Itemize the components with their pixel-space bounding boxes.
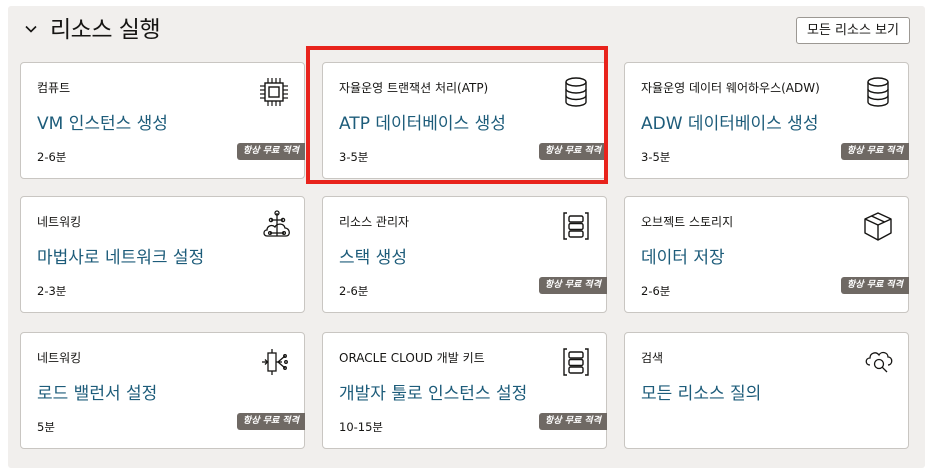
card-duration: 3-5분 xyxy=(339,150,369,164)
always-free-badge: 항상 무료 적격 xyxy=(237,413,305,430)
chevron-down-icon[interactable] xyxy=(24,22,38,36)
card-dev-tools[interactable]: ORACLE CLOUD 개발 키트 개발자 툴로 인스턴스 설정 10-15분… xyxy=(322,332,607,449)
stack-icon xyxy=(563,212,589,240)
card-action-link[interactable]: 모든 리소스 질의 xyxy=(641,379,761,404)
card-action-link[interactable]: 마법사로 네트워크 설정 xyxy=(37,243,204,268)
always-free-badge: 항상 무료 적격 xyxy=(539,143,607,160)
card-action-link[interactable]: VM 인스턴스 생성 xyxy=(37,109,168,134)
card-create-atp[interactable]: 자율운영 트랜잭션 처리(ATP) ATP 데이터베이스 생성 3-5분 항상 … xyxy=(322,62,607,179)
card-category: ORACLE CLOUD 개발 키트 xyxy=(339,351,485,365)
card-category: 컴퓨트 xyxy=(37,81,71,95)
card-duration: 5분 xyxy=(37,420,55,434)
card-category: 자율운영 트랜잭션 처리(ATP) xyxy=(339,81,489,95)
card-duration: 10-15분 xyxy=(339,420,383,434)
card-action-link[interactable]: 스택 생성 xyxy=(339,243,407,268)
view-all-resources-button[interactable]: 모든 리소스 보기 xyxy=(796,17,910,44)
card-load-balancer[interactable]: 네트워킹 로드 밸런서 설정 5분 항상 무료 적격 xyxy=(20,332,305,449)
card-category: 네트워킹 xyxy=(37,351,82,365)
card-create-stack[interactable]: 리소스 관리자 스택 생성 2-6분 항상 무료 적격 xyxy=(322,196,607,313)
card-category: 검색 xyxy=(641,351,664,365)
card-category: 리소스 관리자 xyxy=(339,215,410,229)
cloud-search-icon xyxy=(865,351,893,373)
load-balancer-icon xyxy=(262,349,288,375)
box-icon xyxy=(864,212,892,241)
card-action-link[interactable]: 로드 밸런서 설정 xyxy=(37,379,157,404)
card-action-link[interactable]: 데이터 저장 xyxy=(641,243,725,268)
database-icon xyxy=(867,77,889,107)
card-duration: 3-5분 xyxy=(641,150,671,164)
card-store-data[interactable]: 오브젝트 스토리지 데이터 저장 2-6분 항상 무료 적격 xyxy=(624,196,909,313)
card-action-link[interactable]: ATP 데이터베이스 생성 xyxy=(339,109,506,134)
card-network-wizard[interactable]: 네트워킹 마법사로 네트워크 설정 2-3분 xyxy=(20,196,305,313)
card-duration: 2-3분 xyxy=(37,284,67,298)
always-free-badge: 항상 무료 적격 xyxy=(841,143,909,160)
chip-icon xyxy=(260,78,288,106)
card-duration: 2-6분 xyxy=(37,150,67,164)
always-free-badge: 항상 무료 적격 xyxy=(237,143,305,160)
always-free-badge: 항상 무료 적격 xyxy=(539,277,607,294)
database-icon xyxy=(565,77,587,107)
card-query-resources[interactable]: 검색 모든 리소스 질의 xyxy=(624,332,909,449)
stack-icon xyxy=(563,348,589,376)
card-create-vm[interactable]: 컴퓨트 VM 인스턴스 생성 2-6분 항상 무료 적격 xyxy=(20,62,305,179)
always-free-badge: 항상 무료 적격 xyxy=(841,277,909,294)
card-action-link[interactable]: 개발자 툴로 인스턴스 설정 xyxy=(339,379,527,404)
launch-resources-panel: 리소스 실행 모든 리소스 보기 컴퓨트 VM 인스턴스 생성 2-6분 항상 … xyxy=(8,6,925,468)
card-duration: 2-6분 xyxy=(641,284,671,298)
card-category: 네트워킹 xyxy=(37,215,82,229)
network-cloud-icon xyxy=(263,210,290,237)
card-duration: 2-6분 xyxy=(339,284,369,298)
card-action-link[interactable]: ADW 데이터베이스 생성 xyxy=(641,109,818,134)
page-title: 리소스 실행 xyxy=(50,17,161,43)
always-free-badge: 항상 무료 적격 xyxy=(539,413,607,430)
card-create-adw[interactable]: 자율운영 데이터 웨어하우스(ADW) ADW 데이터베이스 생성 3-5분 항… xyxy=(624,62,909,179)
panel-header: 리소스 실행 모든 리소스 보기 xyxy=(8,6,925,56)
card-category: 오브젝트 스토리지 xyxy=(641,215,734,229)
card-category: 자율운영 데이터 웨어하우스(ADW) xyxy=(641,81,820,95)
